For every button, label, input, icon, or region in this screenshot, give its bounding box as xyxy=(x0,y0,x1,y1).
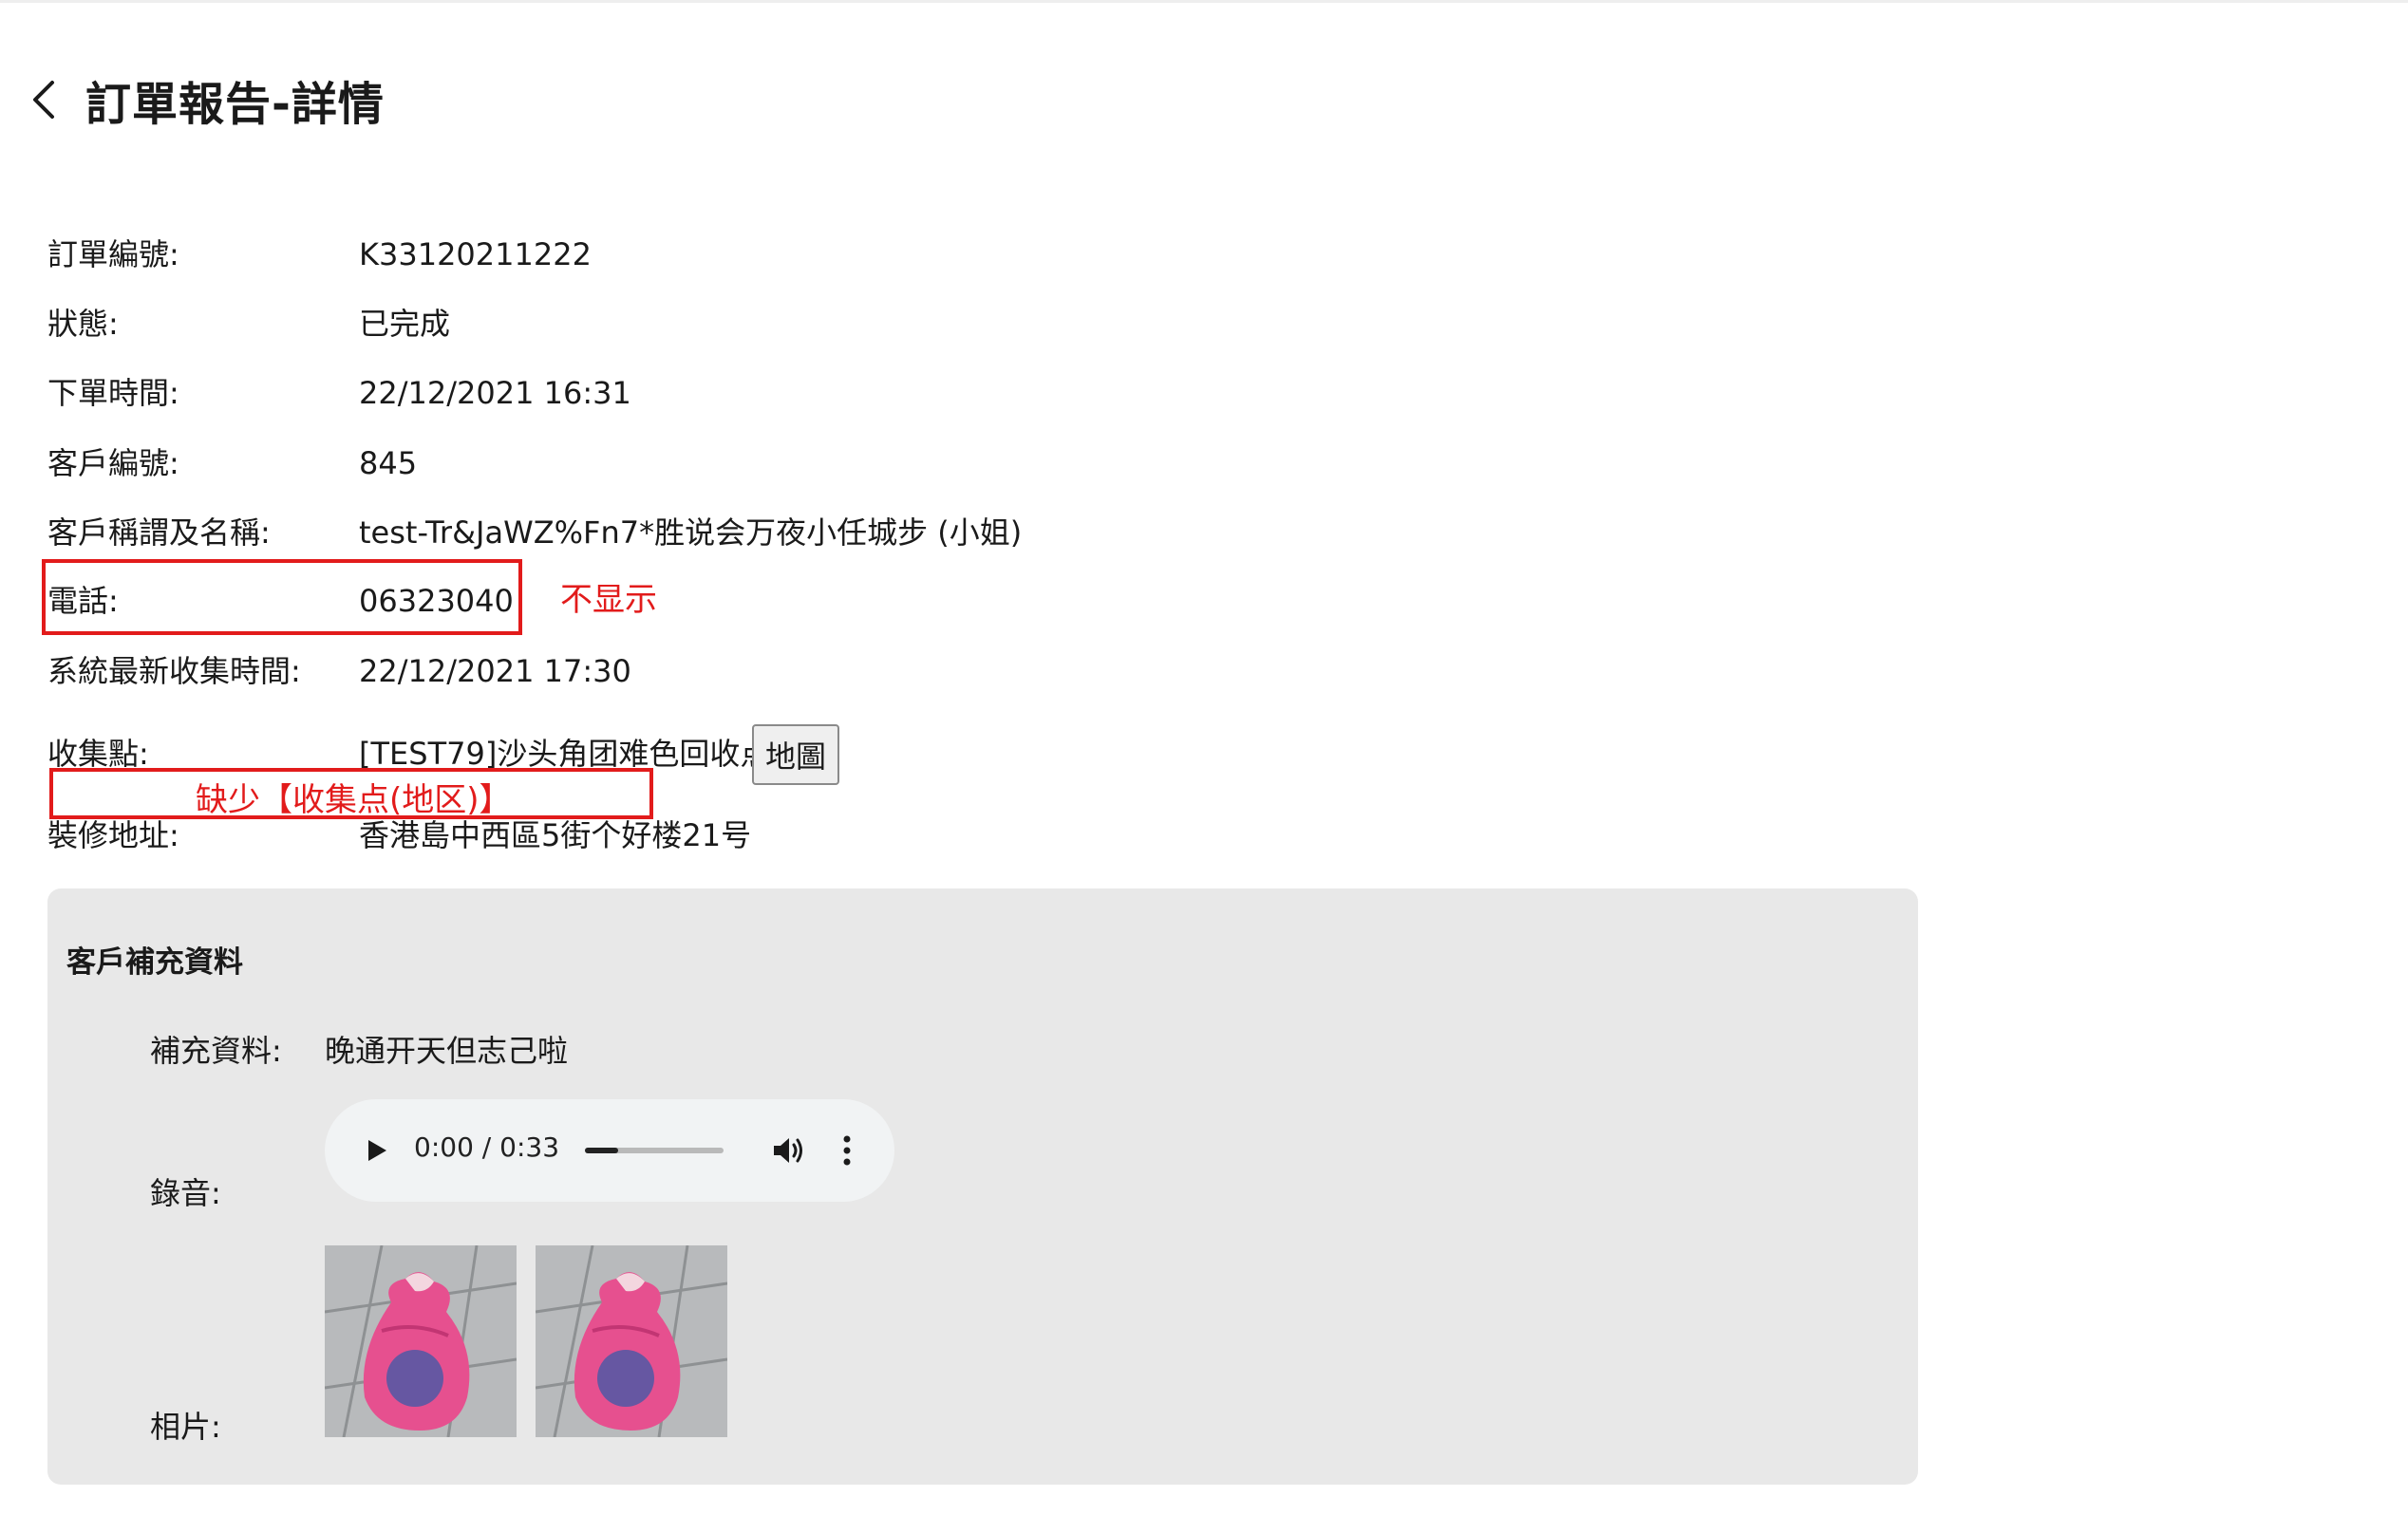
phone-annotation-note: 不显示 xyxy=(560,581,657,619)
volume-icon[interactable] xyxy=(771,1133,805,1168)
photos-label: 相片: xyxy=(150,1409,221,1445)
photo-thumbnail-2[interactable] xyxy=(536,1245,727,1437)
audio-time: 0:00 / 0:33 xyxy=(414,1132,559,1163)
order-time-value: 22/12/2021 16:31 xyxy=(359,375,631,411)
audio-progress-fill xyxy=(585,1148,619,1153)
garbage-bag-photo-2 xyxy=(536,1245,727,1437)
customer-supplement-panel: 客戶補充資料 補充資料: 晚通开天但志己啦 錄音: 0:00 / 0:33 相片… xyxy=(47,888,1918,1485)
customer-id-value: 845 xyxy=(359,445,418,481)
audio-seek-bar[interactable] xyxy=(585,1148,724,1153)
back-button[interactable] xyxy=(25,71,63,128)
page-title: 訂單報告-詳情 xyxy=(85,78,385,131)
chevron-left-icon xyxy=(33,81,54,119)
supplement-info-value: 晚通开天但志己啦 xyxy=(325,1033,569,1069)
audio-duration: 0:33 xyxy=(499,1132,560,1163)
phone-annotation-box xyxy=(42,559,522,635)
play-icon[interactable] xyxy=(363,1137,389,1164)
latest-collection-label: 系統最新收集時間: xyxy=(47,653,301,689)
customer-name-label: 客戶稱謂及名稱: xyxy=(47,514,271,551)
order-number-value: K33120211222 xyxy=(359,236,592,272)
supplement-title: 客戶補充資料 xyxy=(66,945,243,980)
more-vertical-icon[interactable] xyxy=(839,1133,855,1168)
top-divider xyxy=(0,0,2408,3)
order-number-label: 訂單編號: xyxy=(47,236,179,272)
status-value: 已完成 xyxy=(359,306,451,342)
customer-name-value: test-Tr&JaWZ%Fn7*胜说会万夜小任城步 (小姐) xyxy=(359,514,1023,551)
audio-player: 0:00 / 0:33 xyxy=(325,1099,894,1202)
status-label: 狀態: xyxy=(47,306,119,342)
collection-annotation-note: 缺少【收集点(地区)】 xyxy=(196,781,512,819)
latest-collection-value: 22/12/2021 17:30 xyxy=(359,653,631,689)
photo-thumbnail-1[interactable] xyxy=(325,1245,517,1437)
order-time-label: 下單時間: xyxy=(47,375,179,411)
page-header: 訂單報告-詳情 xyxy=(25,66,385,133)
audio-current-time: 0:00 xyxy=(414,1132,474,1163)
address-label: 裝修地址: xyxy=(47,817,179,853)
customer-id-label: 客戶編號: xyxy=(47,445,179,481)
garbage-bag-photo-1 xyxy=(325,1245,517,1437)
recording-label: 錄音: xyxy=(150,1175,221,1211)
audio-time-separator: / xyxy=(481,1132,492,1163)
supplement-info-label: 補充資料: xyxy=(150,1033,282,1069)
map-button[interactable]: 地圖 xyxy=(752,724,839,785)
